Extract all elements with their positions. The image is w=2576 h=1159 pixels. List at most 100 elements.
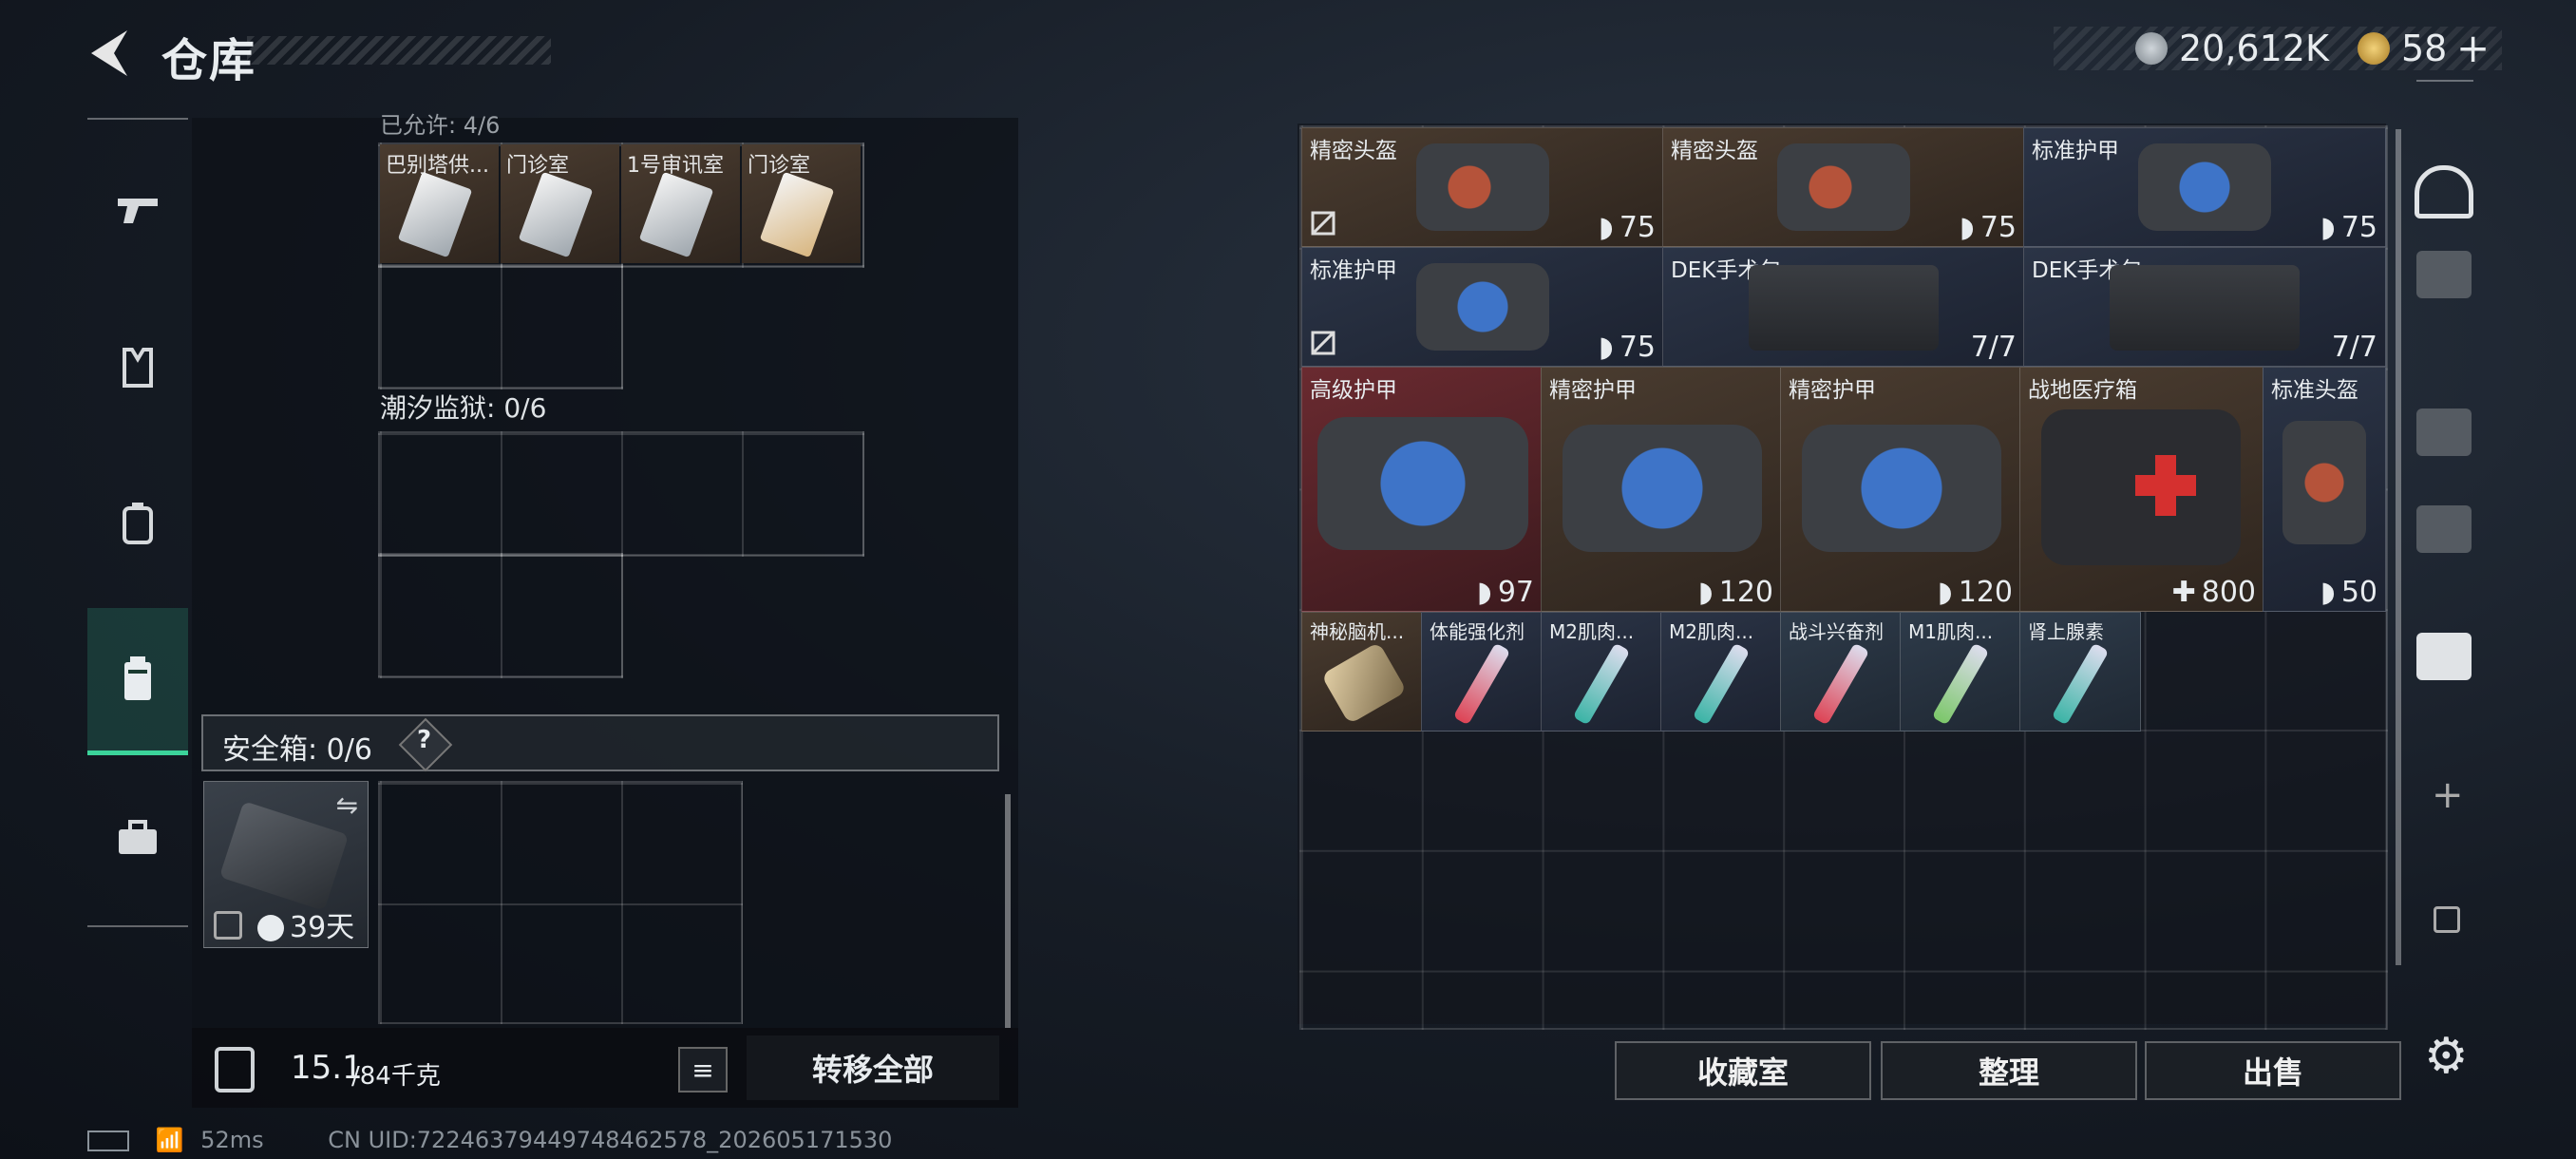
nav-weapons[interactable] (87, 139, 188, 281)
stash-item-syringe[interactable]: M2肌肉... (1541, 612, 1662, 732)
sort-button[interactable]: 整理 (1881, 1041, 2137, 1100)
nav-backpack[interactable] (87, 452, 188, 595)
nav-container[interactable] (87, 608, 188, 755)
stash-page-nav: + ⚙ (2403, 80, 2489, 1106)
back-arrow-icon[interactable] (85, 27, 133, 80)
stash-item-armor[interactable]: 标准护甲 ◗ 75 (2023, 127, 2386, 247)
lock-icon[interactable] (2434, 906, 2460, 933)
stash-item-medkit[interactable]: 战地医疗箱 ✚ 800 (2019, 367, 2264, 612)
grid-item-keycard[interactable]: 门诊室 (501, 144, 619, 263)
stash-page-icon[interactable] (2416, 505, 2472, 553)
syringe-icon (2051, 642, 2110, 726)
syringe-icon (1452, 642, 1511, 726)
armor-bag-icon (2138, 143, 2271, 231)
armor-bag-icon (1563, 425, 1762, 552)
stash-page-icon-active[interactable] (2416, 633, 2472, 680)
stash-page-icon[interactable] (2416, 408, 2472, 456)
stash-item-syringe[interactable]: M2肌肉... (1660, 612, 1782, 732)
gold-coin-icon (2358, 32, 2390, 65)
weight-icon (215, 1047, 255, 1092)
stash-scrollbar[interactable] (2396, 129, 2401, 965)
syringe-icon (1811, 642, 1870, 726)
shield-icon: ◗ (1599, 331, 1614, 364)
no-drop-icon (1310, 210, 1336, 240)
armor-bag-icon (1416, 263, 1549, 351)
stash-item-surgery-kit[interactable]: DEK手术包 7/7 (1662, 247, 2025, 367)
stash-item-helmet-tall[interactable]: 标准头盔 ◗ 50 (2263, 367, 2386, 612)
silver-coin-icon (2135, 32, 2168, 65)
keycard-icon (759, 171, 835, 258)
stash-item-syringe[interactable]: M1肌肉... (1900, 612, 2021, 732)
section1-label: 已允许: 4/6 (380, 112, 501, 139)
collection-room-button[interactable]: 收藏室 (1615, 1041, 1871, 1100)
case-icon (124, 656, 151, 700)
nav-armor[interactable] (87, 296, 188, 439)
title-decoration (247, 36, 551, 65)
stash-item-surgery-kit[interactable]: DEK手术包 7/7 (2023, 247, 2386, 367)
surgery-kit-icon (1749, 265, 1939, 351)
sell-button[interactable]: 出售 (2145, 1041, 2401, 1100)
syringe-icon (1931, 642, 1990, 726)
stash-item-syringe[interactable]: 肾上腺素 (2019, 612, 2141, 732)
stash-item-armor-large[interactable]: 精密护甲 ◗ 120 (1541, 367, 1782, 612)
device-icon (1320, 641, 1408, 725)
stash-item-armor[interactable]: 标准护甲 ◗ 75 (1301, 247, 1664, 367)
grid-item-keycard[interactable]: 门诊室 (742, 144, 861, 263)
no-drop-icon (1310, 330, 1336, 360)
section2-label: 潮汐监狱: 0/6 (380, 392, 547, 424)
battery-icon (87, 1130, 129, 1151)
container-grid-1b[interactable] (378, 264, 623, 390)
medkit-icon (2041, 409, 2241, 565)
stash-item-helmet[interactable]: 精密头盔 ◗ 75 (1301, 127, 1664, 247)
settings-gear-icon[interactable]: ⚙ (2424, 1028, 2469, 1085)
armor-bag-icon (1317, 417, 1528, 550)
vest-icon (123, 348, 153, 388)
shield-icon: ◗ (2320, 211, 2336, 244)
silver-amount: 20,612K (2179, 28, 2329, 69)
container-grid-2[interactable] (378, 431, 864, 557)
transfer-all-button[interactable]: 转移全部 (747, 1036, 999, 1100)
grid-item-keycard[interactable]: 巴别塔供... (380, 144, 499, 263)
add-page-icon[interactable]: + (2432, 773, 2464, 817)
stash-item-armor-large[interactable]: 高级护甲 ◗ 97 (1301, 367, 1543, 612)
shield-icon: ◗ (2320, 576, 2336, 609)
keycard-icon (518, 171, 594, 258)
safe-box-grid[interactable] (378, 781, 743, 1024)
add-currency-button[interactable]: + (2456, 27, 2490, 70)
stash-item-consumable[interactable]: 神秘脑机... (1301, 612, 1423, 732)
safe-box-item[interactable]: ⇋ 39天 (203, 781, 369, 948)
nav-toolbox[interactable] (87, 766, 188, 908)
category-nav (87, 118, 188, 927)
uid-text: CN UID:72246379449748462578_202605171530 (328, 1127, 893, 1153)
helmet-bag-icon (2282, 421, 2366, 544)
helmet-bag-icon (1777, 143, 1910, 231)
shield-icon: ◗ (1960, 211, 1975, 244)
heal-plus-icon: ✚ (2171, 576, 2196, 609)
left-scrollbar[interactable] (1005, 794, 1011, 1028)
toolbox-icon (119, 820, 157, 854)
page-title: 仓库 (161, 34, 257, 87)
stash-item-armor-large[interactable]: 精密护甲 ◗ 120 (1780, 367, 2021, 612)
weight-capacity: /84千克 (351, 1062, 441, 1091)
stash-page-icon[interactable] (2415, 165, 2473, 218)
list-icon[interactable]: ≡ (678, 1047, 728, 1092)
keycard-icon (397, 171, 473, 258)
stash-item-syringe[interactable]: 体能强化剂 (1421, 612, 1543, 732)
stash-page-icon[interactable] (2416, 251, 2472, 298)
stash-item-syringe[interactable]: 战斗兴奋剂 (1780, 612, 1902, 732)
status-bar: 📶 52ms CN UID:72246379449748462578_20260… (87, 1127, 892, 1153)
syringe-icon (1572, 642, 1631, 726)
armor-bag-icon (1802, 425, 2001, 552)
container-grid-2b[interactable] (378, 553, 623, 678)
shield-icon: ◗ (1599, 211, 1614, 244)
ping-text: 52ms (200, 1127, 264, 1153)
swap-icon[interactable]: ⇋ (336, 789, 358, 821)
helmet-bag-icon (1416, 143, 1549, 231)
grid-item-keycard[interactable]: 1号审讯室 (621, 144, 740, 263)
shield-icon: ◗ (1477, 576, 1492, 609)
stash-item-helmet[interactable]: 精密头盔 ◗ 75 (1662, 127, 2025, 247)
syringe-icon (1692, 642, 1751, 726)
lock-icon (214, 911, 242, 940)
wifi-icon: 📶 (155, 1127, 184, 1153)
gun-icon (118, 199, 158, 223)
